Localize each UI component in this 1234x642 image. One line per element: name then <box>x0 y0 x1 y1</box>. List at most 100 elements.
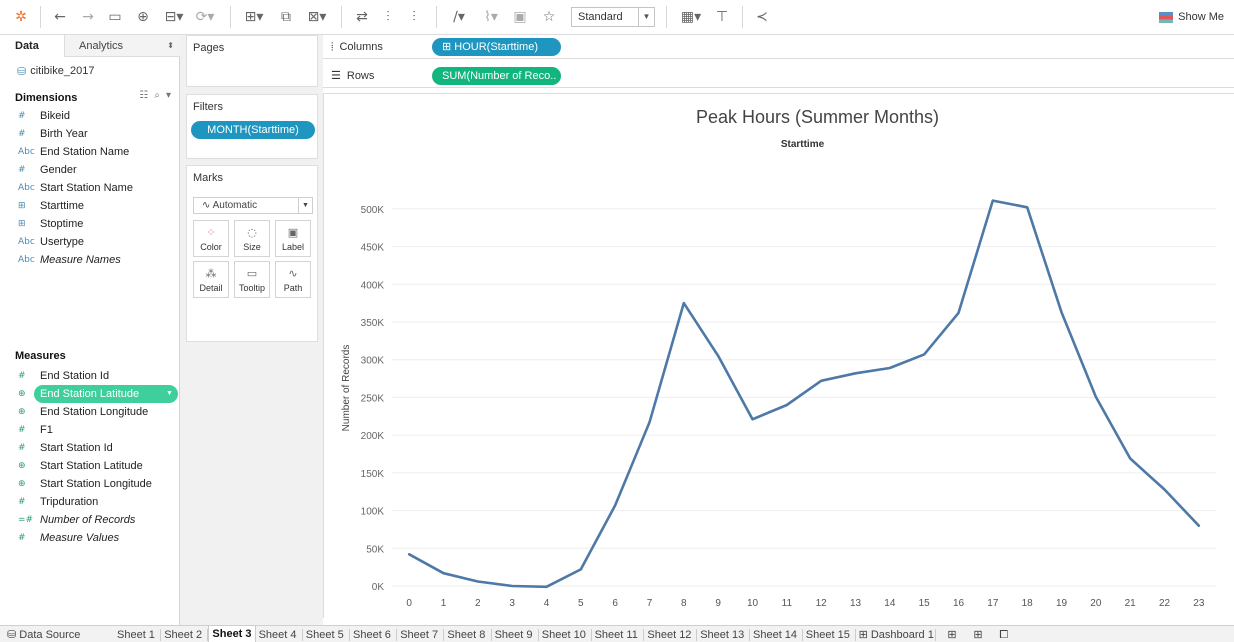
label-mark-button[interactable]: ▣ Label <box>275 220 311 257</box>
sheet-tab[interactable]: ⊞ Dashboard 1 <box>856 628 937 642</box>
pages-card[interactable]: Pages <box>186 35 318 87</box>
view-as-list-icon[interactable]: ☷ <box>139 90 148 101</box>
swap-rows-columns-icon[interactable]: ⇄ <box>352 7 372 27</box>
measure-field[interactable]: =# Number of Records <box>18 511 135 529</box>
viz-area[interactable]: Peak Hours (Summer Months) Starttime 0K 50K… <box>323 93 1234 618</box>
measure-field[interactable]: ⊕ End Station Longitude <box>18 403 148 421</box>
pause-updates-icon[interactable]: ⊟▾ <box>162 7 186 27</box>
detail-mark-button[interactable]: ⁂ Detail <box>193 261 229 298</box>
dimension-field[interactable]: Abc End Station Name <box>18 143 129 161</box>
search-icon[interactable]: ⌕ <box>154 90 160 101</box>
tooltip-mark-button[interactable]: ▭ Tooltip <box>234 261 270 298</box>
group-members-icon[interactable]: ⌇▾ <box>478 7 504 27</box>
dimension-field[interactable]: # Birth Year <box>18 125 88 143</box>
filter-pill-month[interactable]: MONTH(Starttime) <box>191 121 315 139</box>
measure-field[interactable]: # Tripduration <box>18 493 98 511</box>
measure-field[interactable]: # End Station Id <box>18 367 109 385</box>
share-icon[interactable]: ≺ <box>752 7 772 27</box>
columns-shelf[interactable]: ⦙ Columns ⊞ HOUR(Starttime) <box>323 35 1234 59</box>
color-mark-button[interactable]: ⁘ Color <box>193 220 229 257</box>
dimension-field[interactable]: Abc Usertype <box>18 233 84 251</box>
columns-pill-hour[interactable]: ⊞ HOUR(Starttime) <box>432 38 561 56</box>
new-worksheet-icon[interactable]: ⊞▾ <box>240 7 268 27</box>
sheet-tab[interactable]: Sheet 13 <box>697 628 747 642</box>
show-me-button[interactable]: Show Me <box>1159 9 1224 25</box>
measure-field[interactable]: ⊕ End Station Latitude ▼ <box>18 385 178 403</box>
x-tick-label: 13 <box>850 598 862 609</box>
highlight-icon[interactable]: ∕▾ <box>446 7 472 27</box>
save-icon[interactable]: ▭ <box>106 7 124 27</box>
number-type-icon: # <box>18 371 26 381</box>
dimension-field[interactable]: ⊞ Starttime <box>18 197 84 215</box>
sheet-tab[interactable]: Sheet 14 <box>750 628 800 642</box>
line-chart[interactable]: Peak Hours (Summer Months) Starttime 0K 50K… <box>324 94 1234 619</box>
sheet-tab[interactable]: Sheet 9 <box>492 628 536 642</box>
new-datasource-icon[interactable]: ⊕ <box>134 7 152 27</box>
dimension-field-label: Usertype <box>40 236 85 248</box>
mark-type-select[interactable]: ∿ Automatic ▼ <box>193 197 313 214</box>
view-size-select[interactable]: Standard ▼ <box>571 7 655 27</box>
show-cards-icon[interactable]: ▦▾ <box>676 7 706 27</box>
measure-field[interactable]: # Start Station Id <box>18 439 113 457</box>
tab-data-source[interactable]: ⛁ Data Source <box>4 628 83 642</box>
tab-analytics[interactable]: Analytics ⬍ <box>64 35 180 57</box>
size-mark-button[interactable]: ◌ Size <box>234 220 270 257</box>
sheet-tab[interactable]: Sheet 3 <box>208 626 256 642</box>
dimension-field[interactable]: Abc Start Station Name <box>18 179 133 197</box>
tab-data[interactable]: Data <box>0 35 64 57</box>
presentation-mode-icon[interactable]: ⊤ <box>712 7 732 27</box>
sheet-tab[interactable]: Sheet 15 <box>803 628 853 642</box>
rows-shelf[interactable]: ☰ Rows SUM(Number of Reco.. <box>323 64 1234 88</box>
measure-field[interactable]: # F1 <box>18 421 53 439</box>
show-me-label: Show Me <box>1178 11 1224 23</box>
y-tick-label: 450K <box>361 243 385 254</box>
dimension-field[interactable]: Abc Measure Names <box>18 251 121 269</box>
fix-axes-icon[interactable]: ☆ <box>540 7 558 27</box>
measure-field-label: End Station Latitude <box>40 388 140 400</box>
refresh-icon[interactable]: ⟳▾ <box>192 7 218 27</box>
sheet-tab[interactable]: Sheet 8 <box>444 628 488 642</box>
rows-pill-sum[interactable]: SUM(Number of Reco.. <box>432 67 561 85</box>
datasource-item[interactable]: ⛁ citibike_2017 <box>17 63 94 79</box>
new-dashboard-icon[interactable]: ⊞ <box>970 628 985 642</box>
redo-icon[interactable]: → <box>78 7 98 27</box>
y-tick-label: 200K <box>361 431 385 442</box>
measure-field[interactable]: ⊕ Start Station Longitude <box>18 475 152 493</box>
measure-field[interactable]: ⊕ Start Station Latitude <box>18 457 143 475</box>
undo-icon[interactable]: ← <box>50 7 70 27</box>
sort-ascending-icon[interactable]: ⫶ <box>378 7 398 27</box>
measure-field-label: End Station Longitude <box>40 406 149 418</box>
clear-sheet-icon[interactable]: ⊠▾ <box>302 7 332 27</box>
dimension-field[interactable]: # Bikeid <box>18 107 70 125</box>
sheet-tab[interactable]: Sheet 7 <box>397 628 441 642</box>
y-tick-label: 0K <box>372 582 385 593</box>
y-tick-label: 100K <box>361 507 385 518</box>
sheet-tab[interactable]: Sheet 1 <box>114 628 158 642</box>
sheet-tab[interactable]: Sheet 6 <box>350 628 394 642</box>
calc-number-icon: =# <box>18 515 34 525</box>
path-mark-button[interactable]: ∿ Path <box>275 261 311 298</box>
measure-field-label: Measure Values <box>40 532 120 544</box>
dimension-field[interactable]: # Gender <box>18 161 77 179</box>
show-mark-labels-icon[interactable]: ▣ <box>512 7 528 27</box>
marks-card: Marks ∿ Automatic ▼ ⁘ Color ◌ Size ▣ Label ⁂ De… <box>186 165 318 342</box>
filters-card[interactable]: Filters MONTH(Starttime) <box>186 94 318 159</box>
sheet-tab[interactable]: Sheet 2 <box>161 628 205 642</box>
sheet-tab[interactable]: Sheet 10 <box>539 628 589 642</box>
sheet-tab[interactable]: Sheet 11 <box>592 628 641 642</box>
dimension-field[interactable]: ⊞ Stoptime <box>18 215 83 233</box>
sheet-tab[interactable]: Sheet 12 <box>644 628 694 642</box>
sort-descending-icon[interactable]: ⫶ <box>404 7 424 27</box>
y-tick-label: 50K <box>366 544 384 555</box>
sheet-tab[interactable]: Sheet 4 <box>256 628 300 642</box>
tableau-logo-icon[interactable]: ✲ <box>12 7 30 27</box>
new-worksheet-icon[interactable]: ⊞ <box>944 628 959 642</box>
duplicate-sheet-icon[interactable]: ⧉ <box>276 7 296 27</box>
sheet-tab[interactable]: Sheet 5 <box>303 628 347 642</box>
new-story-icon[interactable]: ⧠ <box>996 628 1011 642</box>
x-tick-label: 1 <box>441 598 447 609</box>
number-type-icon: # <box>18 533 26 543</box>
chevron-down-icon[interactable]: ▼ <box>166 385 173 403</box>
measure-field[interactable]: # Measure Values <box>18 529 119 547</box>
menu-chevron-icon[interactable]: ▾ <box>166 90 171 101</box>
